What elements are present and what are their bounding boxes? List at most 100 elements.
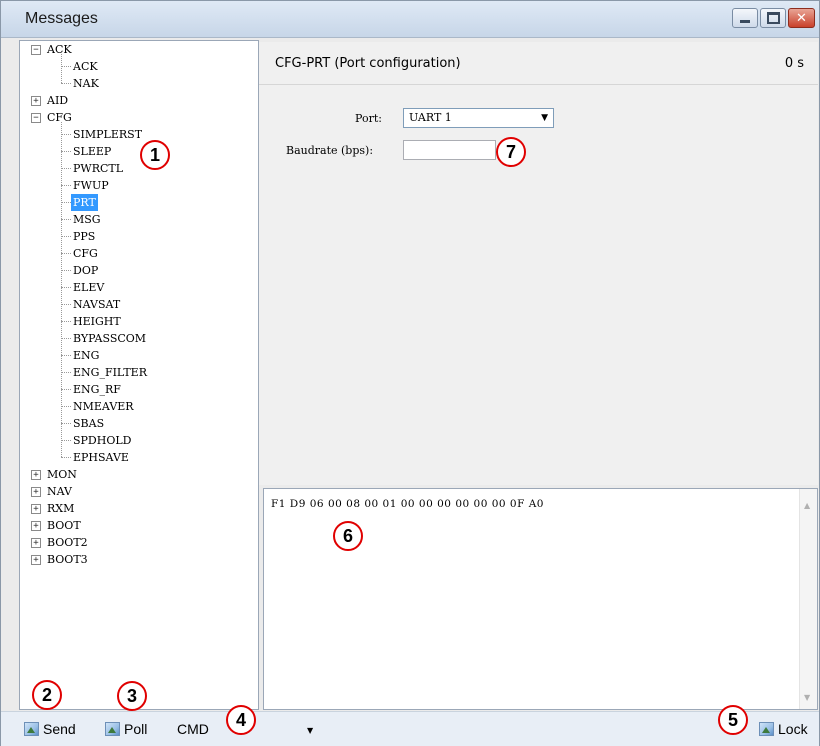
- tree-branch-line: [61, 185, 71, 186]
- tree-branch-line: [61, 423, 71, 424]
- expand-icon[interactable]: +: [31, 96, 41, 106]
- picture-icon: [105, 722, 120, 736]
- tree-branch-line: [61, 304, 71, 305]
- annotation-marker: 5: [718, 705, 748, 735]
- expand-icon[interactable]: +: [31, 538, 41, 548]
- scroll-up-icon[interactable]: ▲: [804, 501, 810, 510]
- maximize-button[interactable]: [760, 8, 786, 28]
- lock-button[interactable]: Lock: [759, 720, 808, 738]
- tree-item-label: ELEV: [73, 281, 105, 294]
- port-select-value: UART 1: [409, 111, 452, 124]
- poll-button[interactable]: Poll: [105, 720, 147, 738]
- tree-branch-line: [61, 151, 71, 152]
- message-tree[interactable]: − ACK ACK NAK + AID − CFG SIMPLERST SLEEP PWRCTL FW…: [19, 40, 259, 710]
- tree-branch-line: [61, 236, 71, 237]
- tree-branch-line: [61, 270, 71, 271]
- tree-item-label: DOP: [73, 264, 99, 277]
- message-header: CFG-PRT (Port configuration) 0 s: [259, 42, 818, 85]
- tree-branch-line: [61, 66, 71, 67]
- tree-item-label: FWUP: [73, 179, 109, 192]
- close-button[interactable]: ✕: [788, 8, 815, 28]
- annotation-marker: 3: [117, 681, 147, 711]
- tree-branch-line: [61, 287, 71, 288]
- tree-item-label: PRT: [71, 194, 98, 211]
- tree-group-label: RXM: [47, 502, 75, 515]
- minimize-button[interactable]: [732, 8, 758, 28]
- picture-icon: [759, 722, 774, 736]
- tree-item-label: ENG_FILTER: [73, 366, 147, 379]
- chevron-down-icon: ▼: [541, 113, 548, 123]
- hex-scrollbar[interactable]: ▲ ▼: [799, 489, 817, 709]
- annotation-marker: 2: [32, 680, 62, 710]
- baudrate-input[interactable]: [403, 140, 496, 160]
- tree-item-label: PWRCTL: [73, 162, 124, 175]
- tree-group-label: NAV: [47, 485, 72, 498]
- poll-label: Poll: [124, 721, 148, 737]
- tree-branch-line: [61, 321, 71, 322]
- tree-branch-line: [61, 406, 71, 407]
- tree-item-label: CFG: [73, 247, 98, 260]
- tree-item-label: SBAS: [73, 417, 105, 430]
- tree-item-label: NAK: [73, 77, 99, 90]
- tree-branch-line: [61, 168, 71, 169]
- message-form: Port: UART 1 ▼ Baudrate (bps):: [259, 85, 818, 485]
- tree-group-label: CFG: [47, 111, 72, 124]
- tree-group-label: AID: [47, 94, 69, 107]
- annotation-marker: 1: [140, 140, 170, 170]
- message-title: CFG-PRT (Port configuration): [275, 56, 461, 71]
- annotation-marker: 4: [226, 705, 256, 735]
- message-elapsed-time: 0 s: [784, 56, 804, 71]
- lock-label: Lock: [778, 721, 808, 737]
- tree-branch-line: [61, 253, 71, 254]
- tree-group-label: ACK: [47, 43, 72, 56]
- tree-branch-line: [61, 202, 71, 203]
- tree-branch-line: [61, 134, 71, 135]
- expand-icon[interactable]: +: [31, 487, 41, 497]
- tree-item-label: ACK: [73, 60, 98, 73]
- tree-item-label: BYPASSCOM: [73, 332, 147, 345]
- chevron-down-icon[interactable]: ▼: [307, 726, 313, 735]
- expand-icon[interactable]: +: [31, 555, 41, 565]
- tree-branch-line: [61, 338, 71, 339]
- mode-combo[interactable]: CMD: [177, 720, 209, 738]
- expand-icon[interactable]: +: [31, 470, 41, 480]
- tree-branch-line: [61, 440, 71, 441]
- collapse-icon[interactable]: −: [31, 45, 41, 55]
- tree-branch-line: [61, 355, 71, 356]
- tree-item-label: SLEEP: [73, 145, 112, 158]
- send-button[interactable]: Send: [24, 720, 76, 738]
- annotation-marker: 6: [333, 521, 363, 551]
- status-bar: Send Poll CMD ▼ Lock: [1, 711, 819, 746]
- minimize-icon: [740, 19, 750, 23]
- scroll-down-icon[interactable]: ▼: [804, 693, 810, 702]
- port-select[interactable]: UART 1 ▼: [403, 108, 554, 128]
- tree-item-label: EPHSAVE: [73, 451, 129, 464]
- tree-item-label: SIMPLERST: [73, 128, 143, 141]
- baudrate-label: Baudrate (bps):: [286, 144, 374, 157]
- picture-icon: [24, 722, 39, 736]
- mode-value: CMD: [177, 721, 209, 737]
- tree-item-label: NAVSAT: [73, 298, 121, 311]
- tree-group-label: BOOT3: [47, 553, 88, 566]
- tree-group-label: MON: [47, 468, 77, 481]
- expand-icon[interactable]: +: [31, 521, 41, 531]
- annotation-marker: 7: [496, 137, 526, 167]
- tree-connector-line: [61, 122, 62, 457]
- close-icon: ✕: [796, 10, 807, 26]
- collapse-icon[interactable]: −: [31, 113, 41, 123]
- tree-item-label: SPDHOLD: [73, 434, 132, 447]
- tree-group-label: BOOT2: [47, 536, 88, 549]
- tree-branch-line: [61, 457, 71, 458]
- tree-group-label: BOOT: [47, 519, 81, 532]
- messages-window: Messages ✕ − ACK ACK NAK + AID − CFG SIMPLERST SL…: [0, 0, 820, 746]
- title-bar: Messages ✕: [1, 1, 819, 38]
- port-label: Port:: [355, 112, 382, 125]
- tree-branch-line: [61, 83, 71, 84]
- expand-icon[interactable]: +: [31, 504, 41, 514]
- tree-item-label: PPS: [73, 230, 96, 243]
- tree-item-label: NMEAVER: [73, 400, 134, 413]
- tree-item-label: ENG_RF: [73, 383, 121, 396]
- window-title: Messages: [25, 10, 98, 27]
- tree-connector-line: [61, 54, 62, 83]
- tree-branch-line: [61, 219, 71, 220]
